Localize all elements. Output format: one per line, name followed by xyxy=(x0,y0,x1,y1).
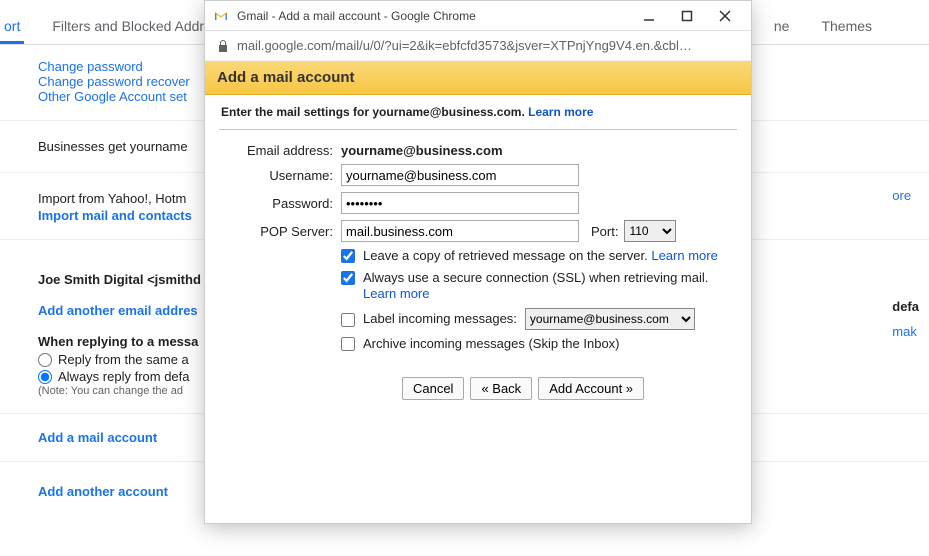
label-leave-copy: Leave a copy of retrieved message on the… xyxy=(363,248,651,263)
url-text: mail.google.com/mail/u/0/?ui=2&ik=ebfcfd… xyxy=(237,38,739,53)
dialog-sub-text: Enter the mail settings for yourname@bus… xyxy=(221,105,528,119)
label-pop-server: POP Server: xyxy=(219,224,341,239)
right-link-ore[interactable]: ore xyxy=(892,188,919,203)
dialog-header: Add a mail account xyxy=(205,61,751,95)
link-learn-more-top[interactable]: Learn more xyxy=(528,105,593,119)
label-label-incoming: Label incoming messages: xyxy=(363,311,517,327)
dialog-subtitle: Enter the mail settings for yourname@bus… xyxy=(205,95,751,129)
input-pop-server[interactable] xyxy=(341,220,579,242)
select-label[interactable]: yourname@business.com xyxy=(525,308,695,330)
window-minimize-button[interactable] xyxy=(631,2,667,30)
label-always-reply: Always reply from defa xyxy=(58,369,190,384)
radio-always-reply[interactable] xyxy=(38,370,52,384)
lock-icon xyxy=(217,39,229,53)
label-password: Password: xyxy=(219,196,341,211)
label-username: Username: xyxy=(219,168,341,183)
link-learn-more-ssl[interactable]: Learn more xyxy=(363,286,429,301)
add-account-button[interactable]: Add Account » xyxy=(538,377,644,400)
radio-reply-same[interactable] xyxy=(38,353,52,367)
label-reply-same: Reply from the same a xyxy=(58,352,189,367)
cancel-button[interactable]: Cancel xyxy=(402,377,464,400)
gmail-icon xyxy=(213,10,229,22)
window-title: Gmail - Add a mail account - Google Chro… xyxy=(237,9,631,23)
value-email: yourname@business.com xyxy=(341,143,737,158)
tab-themes[interactable]: Themes xyxy=(817,12,876,44)
link-learn-more-leave[interactable]: Learn more xyxy=(651,248,717,263)
label-ssl: Always use a secure connection (SSL) whe… xyxy=(363,270,708,285)
window-maximize-button[interactable] xyxy=(669,2,705,30)
back-button[interactable]: « Back xyxy=(470,377,532,400)
checkbox-archive[interactable] xyxy=(341,337,355,351)
address-bar: mail.google.com/mail/u/0/?ui=2&ik=ebfcfd… xyxy=(205,31,751,61)
checkbox-leave-copy[interactable] xyxy=(341,249,355,263)
window-close-button[interactable] xyxy=(707,2,743,30)
label-email: Email address: xyxy=(219,143,341,158)
popup-window: Gmail - Add a mail account - Google Chro… xyxy=(204,0,752,524)
tab-import[interactable]: ort xyxy=(0,12,24,44)
tab-filters[interactable]: Filters and Blocked Addre xyxy=(48,12,216,44)
label-archive: Archive incoming messages (Skip the Inbo… xyxy=(363,336,620,352)
checkbox-label-incoming[interactable] xyxy=(341,313,355,327)
right-text-default: defa xyxy=(892,299,919,314)
input-password[interactable] xyxy=(341,192,579,214)
input-username[interactable] xyxy=(341,164,579,186)
window-titlebar: Gmail - Add a mail account - Google Chro… xyxy=(205,1,751,31)
select-port[interactable]: 110 xyxy=(624,220,676,242)
mail-settings-form: Email address: yourname@business.com Use… xyxy=(205,138,751,422)
checkbox-ssl[interactable] xyxy=(341,271,355,285)
right-column: ore defa mak xyxy=(892,188,919,339)
label-port: Port: xyxy=(591,224,618,239)
right-link-make[interactable]: mak xyxy=(892,324,919,339)
tab-unknown[interactable]: ne xyxy=(770,12,794,44)
